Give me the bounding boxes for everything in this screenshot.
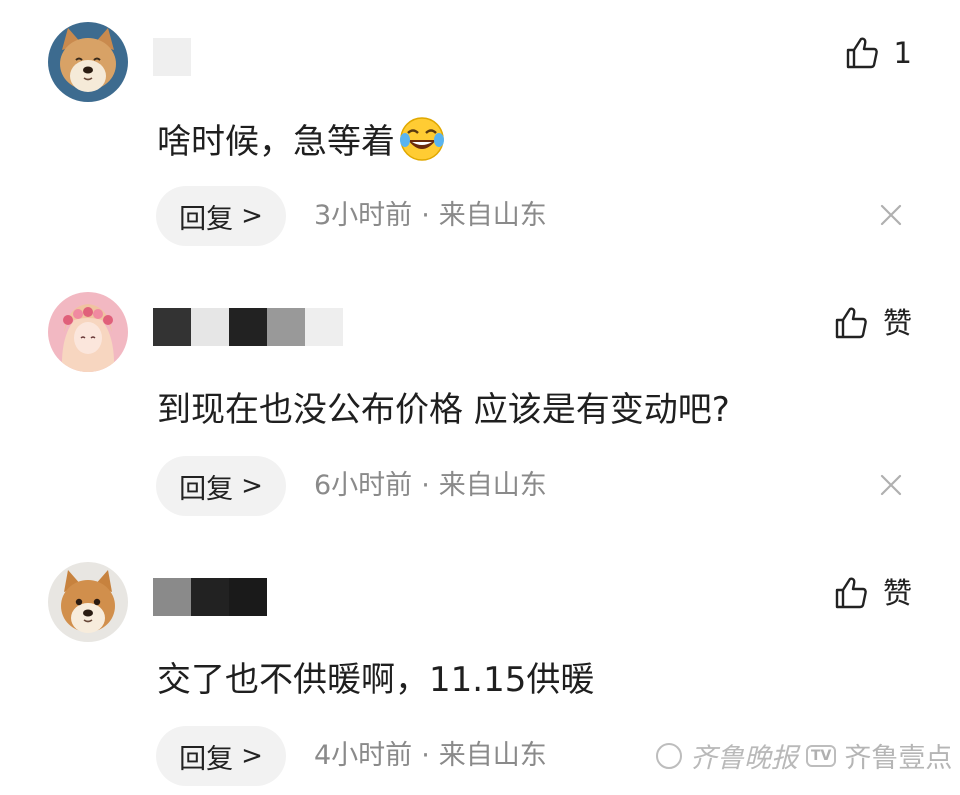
chevron-right-icon: > (241, 741, 263, 771)
user-avatar[interactable] (48, 562, 128, 642)
chevron-right-icon: > (241, 471, 263, 501)
comment-meta: 6小时前 · 来自山东 (314, 467, 547, 505)
close-icon (880, 474, 902, 496)
masked-username[interactable] (153, 578, 267, 616)
comment-text: 到现在也没公布价格 应该是有变动吧? (157, 390, 730, 430)
comment-meta: 3小时前 · 来自山东 (314, 197, 547, 235)
reply-button[interactable]: 回复 > (156, 456, 286, 516)
dismiss-button[interactable] (876, 200, 906, 230)
masked-username[interactable] (153, 38, 191, 76)
newspaper-logo-icon (656, 742, 682, 769)
user-avatar[interactable] (48, 292, 128, 372)
close-icon (880, 204, 902, 226)
anime-girl-avatar (48, 292, 128, 372)
thumbs-up-icon (835, 577, 867, 609)
shiba-dog-avatar (48, 22, 128, 102)
like-button[interactable]: 1 (844, 34, 912, 72)
comment-location: 来自山东 (438, 470, 547, 501)
like-label: 赞 (882, 306, 912, 340)
reply-button[interactable]: 回复 > (156, 726, 286, 786)
comment-time: 6小时前 (314, 470, 413, 501)
like-label: 赞 (882, 576, 912, 610)
watermark-brand: 齐鲁壹点 (844, 743, 953, 774)
like-count: 1 (893, 36, 912, 70)
dismiss-button[interactable] (876, 470, 906, 500)
comment-meta: 4小时前 · 来自山东 (314, 737, 547, 775)
comment-time: 4小时前 (314, 740, 413, 771)
thumbs-up-icon (835, 307, 867, 339)
shiba-dog-avatar-2 (48, 562, 128, 642)
chevron-right-icon: > (241, 201, 263, 231)
user-avatar[interactable] (48, 22, 128, 102)
reply-button[interactable]: 回复 > (156, 186, 286, 246)
like-button[interactable]: 赞 (833, 574, 912, 612)
comment-time: 3小时前 (314, 200, 413, 231)
comment-location: 来自山东 (438, 200, 547, 231)
reply-label: 回复 (179, 743, 234, 775)
watermark-newspaper: 齐鲁晚报 (690, 743, 798, 774)
comment-list: 1 啥时候，急等着 回复 > 3小时前 · 来自山东 赞 到现在也没公布价格 应… (0, 0, 960, 795)
meta-separator: · (421, 200, 430, 231)
comment-item: 1 啥时候，急等着 回复 > 3小时前 · 来自山东 (0, 0, 960, 260)
comment-location: 来自山东 (438, 740, 547, 771)
meta-separator: · (421, 470, 430, 501)
comment-text: 啥时候，急等着 (157, 116, 445, 166)
source-watermark: 齐鲁晚报 TV 齐鲁壹点 (656, 736, 952, 775)
thumbs-up-icon (846, 37, 878, 69)
like-button[interactable]: 赞 (833, 304, 912, 342)
tv-badge-icon: TV (806, 744, 837, 767)
comment-item: 赞 到现在也没公布价格 应该是有变动吧? 回复 > 6小时前 · 来自山东 (0, 270, 960, 530)
comment-text: 交了也不供暖啊，11.15供暖 (157, 660, 595, 700)
reply-label: 回复 (179, 203, 234, 235)
meta-separator: · (421, 740, 430, 771)
masked-username[interactable] (153, 308, 343, 346)
reply-label: 回复 (179, 473, 234, 505)
laughing-crying-emoji-icon (399, 116, 445, 162)
